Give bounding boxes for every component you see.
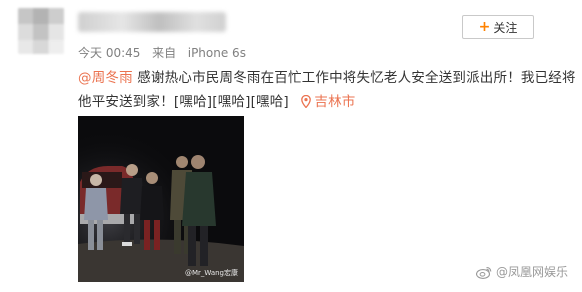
post-from-label: 来自 bbox=[152, 46, 177, 60]
location-label: 吉林市 bbox=[314, 94, 356, 110]
weibo-logo-icon bbox=[475, 266, 492, 279]
location-link[interactable]: 吉林市 bbox=[293, 94, 355, 110]
source-watermark: @凤凰网娱乐 bbox=[475, 263, 568, 280]
mention-link[interactable]: @周冬雨 bbox=[78, 70, 133, 86]
location-pin-icon bbox=[301, 95, 312, 108]
photo-scene bbox=[78, 116, 244, 282]
post-content: @周冬雨 感谢热心市民周冬雨在百忙工作中将失忆老人安全送到派出所！我已经将他平安… bbox=[78, 66, 578, 114]
source-watermark-label: @凤凰网娱乐 bbox=[495, 265, 568, 279]
username-blurred[interactable] bbox=[78, 12, 226, 32]
plus-icon: + bbox=[478, 19, 491, 35]
photo-watermark: @Mr_Wang宏康 bbox=[184, 269, 238, 277]
post-time[interactable]: 今天 00:45 bbox=[78, 46, 140, 60]
post-meta: 今天 00:45 来自 iPhone 6s bbox=[78, 44, 246, 61]
post-photo[interactable]: @Mr_Wang宏康 bbox=[78, 116, 244, 282]
avatar[interactable] bbox=[18, 8, 64, 54]
weibo-post: 今天 00:45 来自 iPhone 6s + 关注 @周冬雨 感谢热心市民周冬… bbox=[0, 0, 582, 292]
post-device: iPhone 6s bbox=[187, 46, 246, 60]
follow-button[interactable]: + 关注 bbox=[462, 15, 534, 39]
follow-label: 关注 bbox=[493, 20, 518, 35]
